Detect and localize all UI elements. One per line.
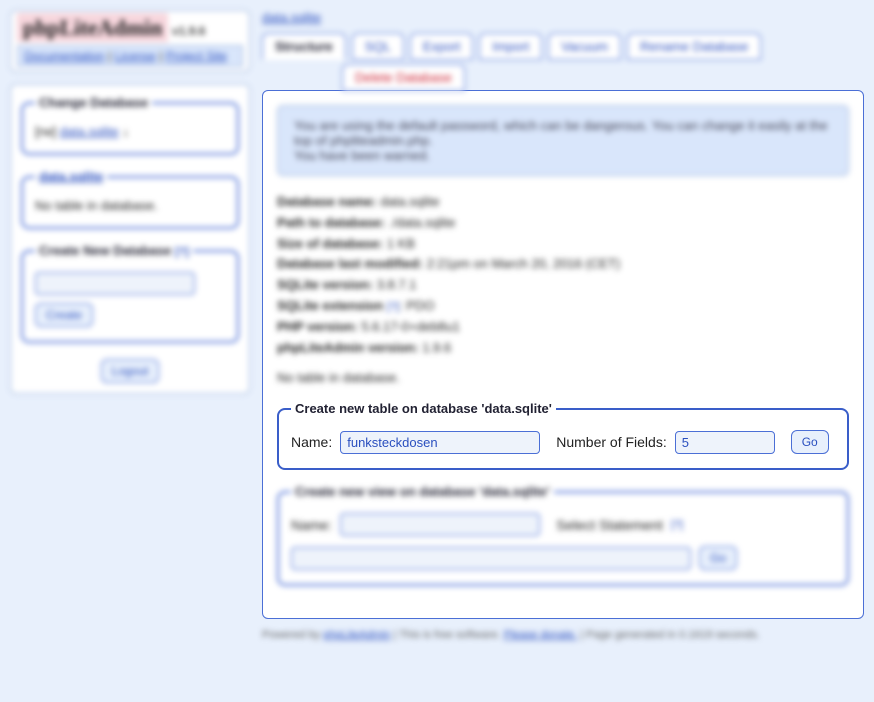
warning-line1: You are using the default password, whic…	[294, 118, 832, 148]
create-table-fields-input[interactable]	[675, 431, 775, 454]
db-tables-legend[interactable]: data.sqlite	[35, 169, 107, 184]
create-table-name-label: Name:	[291, 434, 332, 450]
logo-box: phpLiteAdmin v1.9.6 Documentation | Lice…	[10, 10, 250, 72]
warning-line2: You have been warned.	[294, 148, 832, 163]
footer: Powered by phpLiteAdmin | This is free s…	[262, 629, 864, 641]
create-db-legend: Create New Database [?]	[35, 243, 193, 258]
create-table-go-button[interactable]: Go	[791, 430, 829, 454]
tabs-row2: Delete Database	[342, 64, 864, 91]
create-table-fieldset: Create new table on database 'data.sqlit…	[277, 401, 849, 470]
sidebar-panel: Change Database [rw] data.sqlite ↓ data.…	[10, 84, 250, 394]
change-database-fieldset: Change Database [rw] data.sqlite ↓	[21, 95, 239, 155]
create-table-legend: Create new table on database 'data.sqlit…	[291, 401, 556, 416]
app-version: v1.9.6	[172, 24, 205, 38]
create-view-stmt-input[interactable]	[291, 547, 691, 570]
no-table-msg: No table in database.	[35, 198, 158, 213]
nav-links: Documentation | License | Project Site	[17, 45, 243, 67]
nav-license[interactable]: License	[115, 49, 156, 63]
db-info-list: Database name: data.sqlite Path to datab…	[277, 192, 849, 358]
nav-project-site[interactable]: Project Site	[166, 49, 227, 63]
breadcrumb[interactable]: data.sqlite	[262, 10, 321, 25]
create-db-fieldset: Create New Database [?] Create	[21, 243, 239, 343]
create-db-help[interactable]: [?]	[175, 246, 189, 258]
tab-rename[interactable]: Rename Database	[627, 33, 761, 60]
warning-box: You are using the default password, whic…	[277, 105, 849, 176]
tab-vacuum[interactable]: Vacuum	[548, 33, 621, 60]
create-view-fieldset: Create new view on database 'data.sqlite…	[277, 484, 849, 586]
tabs-row: Structure SQL Export Import Vacuum Renam…	[262, 33, 864, 60]
change-database-legend: Change Database	[35, 95, 152, 110]
create-table-fields-label: Number of Fields:	[556, 434, 666, 450]
tab-sql[interactable]: SQL	[352, 33, 404, 60]
create-view-legend: Create new view on database 'data.sqlite…	[291, 484, 554, 499]
tab-structure[interactable]: Structure	[262, 33, 346, 60]
create-db-name-input[interactable]	[35, 272, 195, 295]
tab-delete-database[interactable]: Delete Database	[342, 64, 465, 91]
create-view-go-button[interactable]: Go	[699, 546, 737, 570]
db-link[interactable]: data.sqlite	[60, 124, 119, 139]
db-suffix: ↓	[122, 124, 129, 139]
logout-button[interactable]: Logout	[101, 359, 160, 383]
create-view-stmt-label: Select Statement	[556, 517, 663, 533]
db-tables-fieldset: data.sqlite No table in database.	[21, 169, 239, 229]
main-panel: You are using the default password, whic…	[262, 90, 864, 619]
create-db-button[interactable]: Create	[35, 303, 93, 327]
app-title: phpLiteAdmin	[17, 13, 168, 42]
create-view-help[interactable]: [?]	[671, 519, 683, 531]
no-table-text: No table in database.	[277, 370, 849, 385]
create-view-name-label: Name:	[291, 517, 332, 533]
tab-export[interactable]: Export	[410, 33, 474, 60]
nav-documentation[interactable]: Documentation	[24, 49, 105, 63]
tab-import[interactable]: Import	[479, 33, 542, 60]
create-view-name-input[interactable]	[340, 513, 540, 536]
create-table-name-input[interactable]	[340, 431, 540, 454]
footer-donate-link[interactable]: Please donate.	[504, 629, 577, 641]
footer-app-link[interactable]: phpLiteAdmin	[323, 629, 390, 641]
db-rw-prefix: [rw]	[35, 124, 56, 139]
